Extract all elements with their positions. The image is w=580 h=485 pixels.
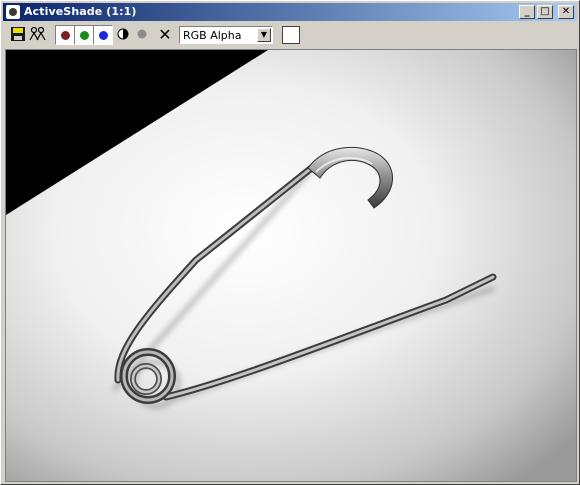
red-channel-toggle[interactable] (55, 25, 75, 45)
alpha-channel-icon[interactable] (133, 25, 153, 45)
blue-channel-icon (99, 31, 108, 40)
chevron-down-icon[interactable]: ▼ (257, 28, 271, 42)
window-title: ActiveShade (1:1) (24, 5, 137, 18)
channel-dropdown-value: RGB Alpha (183, 29, 242, 42)
color-swatch[interactable] (282, 26, 300, 44)
blue-channel-toggle[interactable] (93, 25, 113, 45)
activeshade-window: ActiveShade (1:1) _ □ ✕ ✕ RGB Alpha ▼ (0, 0, 580, 485)
app-icon (6, 5, 20, 19)
save-icon[interactable] (9, 25, 29, 45)
channel-dropdown[interactable]: RGB Alpha ▼ (179, 26, 273, 44)
mono-channel-icon[interactable] (114, 25, 134, 45)
clear-icon[interactable]: ✕ (155, 25, 175, 45)
green-channel-toggle[interactable] (74, 25, 94, 45)
render-viewport (5, 49, 577, 482)
title-bar[interactable]: ActiveShade (1:1) _ □ ✕ (3, 3, 577, 21)
close-button[interactable]: ✕ (558, 5, 574, 19)
minimize-button[interactable]: _ (519, 5, 535, 19)
maximize-button[interactable]: □ (537, 5, 553, 19)
clone-icon[interactable] (29, 25, 49, 45)
rendered-image (6, 50, 576, 481)
red-channel-icon (61, 31, 70, 40)
toolbar: ✕ RGB Alpha ▼ (3, 23, 577, 47)
green-channel-icon (80, 31, 89, 40)
